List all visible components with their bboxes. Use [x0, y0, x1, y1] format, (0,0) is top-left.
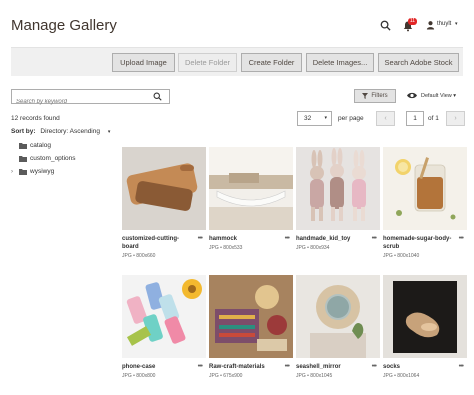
image-meta: JPG • 800x660	[122, 253, 156, 259]
create-folder-button[interactable]: Create Folder	[241, 53, 302, 72]
view-selector[interactable]: Default View ▾	[421, 93, 456, 99]
chevron-right-icon[interactable]: ›	[11, 169, 19, 175]
more-actions-icon[interactable]: •••	[198, 235, 203, 242]
image-name: Raw-craft-materials	[209, 364, 265, 370]
tree-item-wysiwyg[interactable]: › wysiwyg	[11, 165, 76, 178]
image-card[interactable]: Raw-craft-materials JPG • 675x900 •••	[209, 275, 293, 379]
search-adobe-stock-button[interactable]: Search Adobe Stock	[378, 53, 459, 72]
records-count: 12 records found	[11, 115, 60, 122]
image-name: customized-cutting-board	[122, 236, 179, 250]
image-card[interactable]: socks JPG • 800x1064 •••	[383, 275, 467, 379]
image-meta: JPG • 800x533	[209, 245, 243, 251]
image-thumbnail[interactable]	[209, 147, 293, 230]
image-thumbnail[interactable]	[383, 275, 467, 358]
image-meta: JPG • 800x1045	[296, 373, 333, 379]
folder-icon	[19, 143, 27, 149]
image-thumbnail[interactable]	[296, 147, 380, 230]
next-page-button[interactable]: ›	[446, 111, 465, 126]
more-actions-icon[interactable]: •••	[285, 235, 290, 242]
search-icon[interactable]	[380, 20, 391, 31]
tree-item-catalog[interactable]: catalog	[11, 139, 76, 152]
user-icon[interactable]	[426, 20, 435, 30]
delete-images-button[interactable]: Delete Images...	[306, 53, 374, 72]
image-thumbnail[interactable]	[122, 147, 206, 230]
more-actions-icon[interactable]: •••	[285, 363, 290, 370]
tree-item-custom-options[interactable]: custom_options	[11, 152, 76, 165]
image-card[interactable]: hammock JPG • 800x533 •••	[209, 147, 293, 251]
folder-icon	[19, 169, 27, 175]
image-name: seashell_mirror	[296, 364, 341, 370]
image-thumbnail[interactable]	[296, 275, 380, 358]
image-meta: JPG • 800x800	[122, 373, 156, 379]
image-card[interactable]: seashell_mirror JPG • 800x1045 •••	[296, 275, 380, 379]
page-header: Manage Gallery 11 thuylt ▾	[0, 0, 474, 46]
search-field[interactable]	[11, 89, 170, 109]
image-meta: JPG • 800x934	[296, 245, 330, 251]
sort-control[interactable]: Sort by: Directory: Ascending ▾	[11, 128, 110, 135]
more-actions-icon[interactable]: •••	[372, 235, 377, 242]
image-name: socks	[383, 364, 401, 370]
image-thumbnail[interactable]	[383, 147, 467, 230]
notification-badge: 11	[408, 18, 417, 25]
user-name[interactable]: thuylt	[437, 21, 451, 27]
chevron-down-icon: ▾	[324, 115, 327, 121]
view-label: Default View	[421, 93, 452, 99]
more-actions-icon[interactable]: •••	[372, 363, 377, 370]
search-input[interactable]	[12, 95, 142, 109]
image-thumbnail[interactable]	[122, 275, 206, 358]
delete-folder-button[interactable]: Delete Folder	[178, 53, 237, 72]
image-thumbnail[interactable]	[209, 275, 293, 358]
chevron-down-icon[interactable]: ▾	[455, 21, 458, 27]
image-name: hammock	[209, 236, 238, 242]
action-toolbar: Upload Image Delete Folder Create Folder…	[11, 47, 463, 76]
current-page-input[interactable]: 1	[406, 111, 424, 126]
chevron-down-icon[interactable]: ▾	[108, 129, 111, 135]
image-meta: JPG • 675x900	[209, 373, 243, 379]
sort-value[interactable]: Directory: Ascending	[40, 128, 100, 135]
upload-image-button[interactable]: Upload Image	[112, 53, 175, 72]
filters-label: Filters	[371, 93, 388, 99]
tree-item-label: custom_options	[30, 155, 76, 162]
per-page-label: per page	[338, 115, 364, 122]
image-meta: JPG • 800x1064	[383, 373, 420, 379]
more-actions-icon[interactable]: •••	[459, 235, 464, 242]
tree-item-label: wysiwyg	[30, 168, 55, 175]
page-size-value: 32	[304, 115, 312, 122]
previous-page-button[interactable]: ‹	[376, 111, 395, 126]
image-name: handmade_kid_toy	[296, 236, 351, 242]
image-card[interactable]: homemade-sugar-body-scrub JPG • 800x1040…	[383, 147, 467, 259]
page-total-label: of 1	[428, 115, 439, 122]
image-card[interactable]: customized-cutting-board JPG • 800x660 •…	[122, 147, 206, 259]
search-icon[interactable]	[153, 92, 162, 101]
more-actions-icon[interactable]: •••	[459, 363, 464, 370]
image-card[interactable]: handmade_kid_toy JPG • 800x934 •••	[296, 147, 380, 251]
folder-icon	[19, 156, 27, 162]
filter-icon	[362, 93, 369, 99]
filters-button[interactable]: Filters	[354, 89, 396, 103]
page-title: Manage Gallery	[11, 17, 117, 34]
image-card[interactable]: phone-case JPG • 800x800 •••	[122, 275, 206, 379]
sort-label: Sort by:	[11, 128, 36, 135]
eye-icon[interactable]	[407, 92, 417, 99]
tree-item-label: catalog	[30, 142, 51, 149]
folder-tree: catalog custom_options › wysiwyg	[11, 139, 76, 178]
image-name: phone-case	[122, 364, 156, 370]
more-actions-icon[interactable]: •••	[198, 363, 203, 370]
image-meta: JPG • 800x1040	[383, 253, 420, 259]
page-size-select[interactable]: 32 ▾	[297, 111, 332, 126]
image-name: homemade-sugar-body-scrub	[383, 236, 452, 250]
